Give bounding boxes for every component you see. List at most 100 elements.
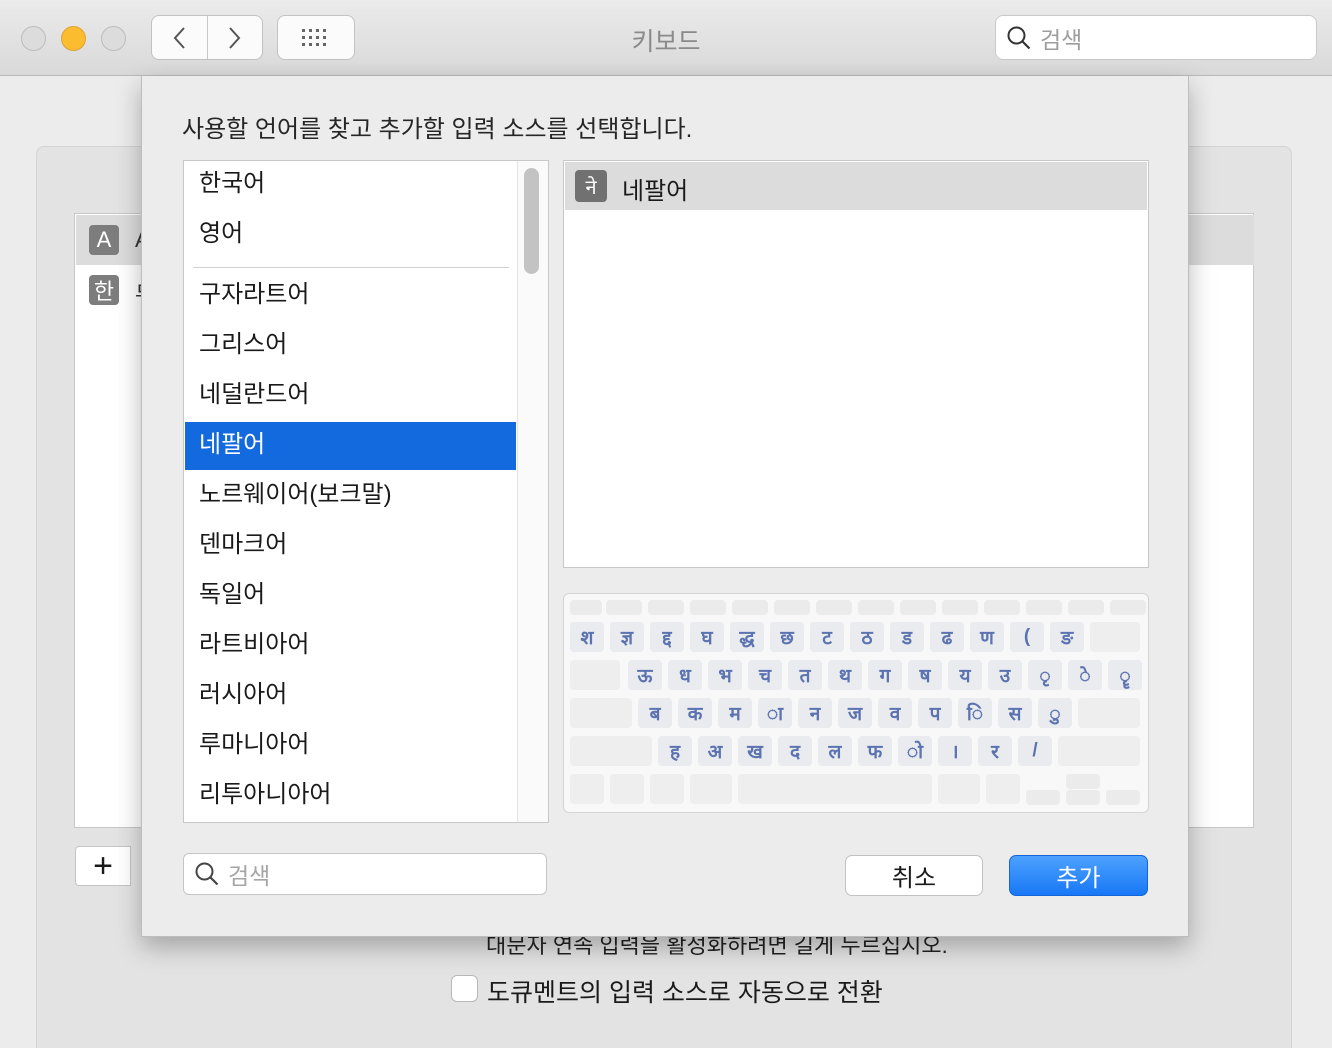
language-item[interactable]: 독일어 — [185, 572, 516, 620]
preferences-search-field[interactable]: 검색 — [995, 15, 1317, 60]
tab-key — [570, 660, 620, 690]
keyboard-key: र — [978, 736, 1012, 766]
keyboard-key: ज — [838, 698, 872, 728]
keyboard-key: ख — [738, 736, 772, 766]
function-key — [900, 600, 936, 615]
language-search-field[interactable]: 검색 — [183, 853, 547, 895]
keyboard-key: ो — [898, 736, 932, 766]
keyboard-key: ा — [758, 698, 792, 728]
keyboard-key: घ — [690, 622, 724, 652]
input-source-badge: 한 — [89, 275, 119, 305]
keyboard-key: ध — [668, 660, 702, 690]
left-shift-key — [570, 736, 652, 766]
keyboard-key: ि — [958, 698, 992, 728]
keyboard-key: ड — [890, 622, 924, 652]
auto-switch-label[interactable]: 도큐멘트의 입력 소스로 자동으로 전환 — [487, 973, 883, 1009]
language-item[interactable]: 한국어 — [185, 161, 516, 209]
add-input-source-sheet: 사용할 언어를 찾고 추가할 입력 소스를 선택합니다. 리투아니아어 루마니아어… — [141, 76, 1189, 937]
keyboard-key: भ — [708, 660, 742, 690]
search-placeholder: 검색 — [228, 863, 271, 889]
function-key — [570, 600, 602, 615]
right-shift-key — [1058, 736, 1140, 766]
window-titlebar: 키보드 검색 — [0, 0, 1332, 76]
keyboard-key: उ — [988, 660, 1022, 690]
control-key — [610, 774, 644, 804]
function-key — [606, 600, 642, 615]
add-input-source-button[interactable]: + — [75, 846, 131, 886]
keyboard-key: द्द — [650, 622, 684, 652]
keyboard-key: द्ध — [730, 622, 764, 652]
function-key — [816, 600, 852, 615]
language-item[interactable]: 러시아어 — [185, 672, 516, 720]
language-item[interactable]: 리투아니아어 — [185, 772, 516, 820]
language-list[interactable]: 리투아니아어 루마니아어 러시아어 라트비아어 독일어 덴마크어 노르웨이어(보크말) 네팔어… — [183, 160, 549, 823]
input-source-option-selected[interactable]: ने 네팔어 — [565, 162, 1147, 210]
keyboard-key: च — [748, 660, 782, 690]
keyboard-key: ृ — [1028, 660, 1062, 690]
fn-key — [570, 774, 604, 804]
keyboard-key: ङ — [1050, 622, 1084, 652]
language-list-scroll-thumb[interactable] — [524, 168, 539, 274]
keyboard-key: । — [938, 736, 972, 766]
keyboard-key: ठ — [850, 622, 884, 652]
auto-switch-checkbox[interactable] — [451, 975, 478, 1002]
function-key — [732, 600, 768, 615]
language-list-divider — [193, 267, 509, 268]
keyboard-key: / — [1018, 736, 1052, 766]
language-item[interactable]: 노르웨이어(보크말) — [185, 472, 516, 520]
keyboard-key: ण — [970, 622, 1004, 652]
keyboard-key: व — [878, 698, 912, 728]
keyboard-key: ग — [868, 660, 902, 690]
language-item[interactable]: 네덜란드어 — [185, 372, 516, 420]
arrow-up-key — [1066, 774, 1100, 789]
function-key — [942, 600, 978, 615]
language-item[interactable]: 영어 — [185, 211, 516, 259]
keyboard-key: ु — [1038, 698, 1072, 728]
caps-lock-key — [570, 698, 632, 728]
arrow-right-key — [1106, 790, 1140, 805]
cancel-button[interactable]: 취소 — [845, 855, 983, 896]
keyboard-key: ह — [658, 736, 692, 766]
keyboard-key: य — [948, 660, 982, 690]
option-key — [650, 774, 684, 804]
language-item[interactable]: 그리스어 — [185, 322, 516, 370]
function-key — [984, 600, 1020, 615]
return-key — [1078, 698, 1140, 728]
keyboard-key: म — [718, 698, 752, 728]
keyboard-key: न — [798, 698, 832, 728]
keyboard-key: क — [678, 698, 712, 728]
delete-key — [1090, 622, 1140, 652]
search-icon — [195, 862, 219, 886]
language-item[interactable]: 네팔어 — [185, 422, 516, 470]
language-item[interactable]: 덴마크어 — [185, 522, 516, 570]
arrow-down-key — [1066, 790, 1100, 805]
keyboard-key: ब — [638, 698, 672, 728]
keyboard-key: प — [918, 698, 952, 728]
language-item[interactable]: 라트비아어 — [185, 622, 516, 670]
language-item[interactable]: 루마니아어 — [185, 722, 516, 770]
command-key — [690, 774, 732, 804]
input-source-option-label: 네팔어 — [622, 178, 689, 205]
language-item[interactable]: 구자라트어 — [185, 272, 516, 320]
keyboard-key: द — [778, 736, 812, 766]
sheet-prompt: 사용할 언어를 찾고 추가할 입력 소스를 선택합니다. — [182, 116, 693, 143]
keyboard-key: ल — [818, 736, 852, 766]
keyboard-key: ॄ — [1108, 660, 1142, 690]
keyboard-key: श — [570, 622, 604, 652]
input-source-options-list[interactable]: ने 네팔어 — [563, 160, 1149, 568]
function-key — [858, 600, 894, 615]
keyboard-key: अ — [698, 736, 732, 766]
keyboard-key: थ — [828, 660, 862, 690]
function-key — [648, 600, 684, 615]
search-placeholder: 검색 — [1040, 26, 1083, 53]
keyboard-key: ऊ — [628, 660, 662, 690]
keyboard-key: ज्ञ — [610, 622, 644, 652]
add-button[interactable]: 추가 — [1009, 855, 1148, 896]
input-source-badge: A — [89, 225, 119, 255]
keyboard-key: ( — [1010, 622, 1044, 652]
keyboard-key: े — [1068, 660, 1102, 690]
keyboard-layout-preview: श ज्ञ द्द घ द्ध छ ट ठ ड ढ ण(ङ ऊ ध भ च त थ ग ष य उृेॄ ब क मा न ज व प… — [563, 593, 1149, 813]
command-key — [938, 774, 980, 804]
option-key — [986, 774, 1020, 804]
keyboard-key: ढ — [930, 622, 964, 652]
